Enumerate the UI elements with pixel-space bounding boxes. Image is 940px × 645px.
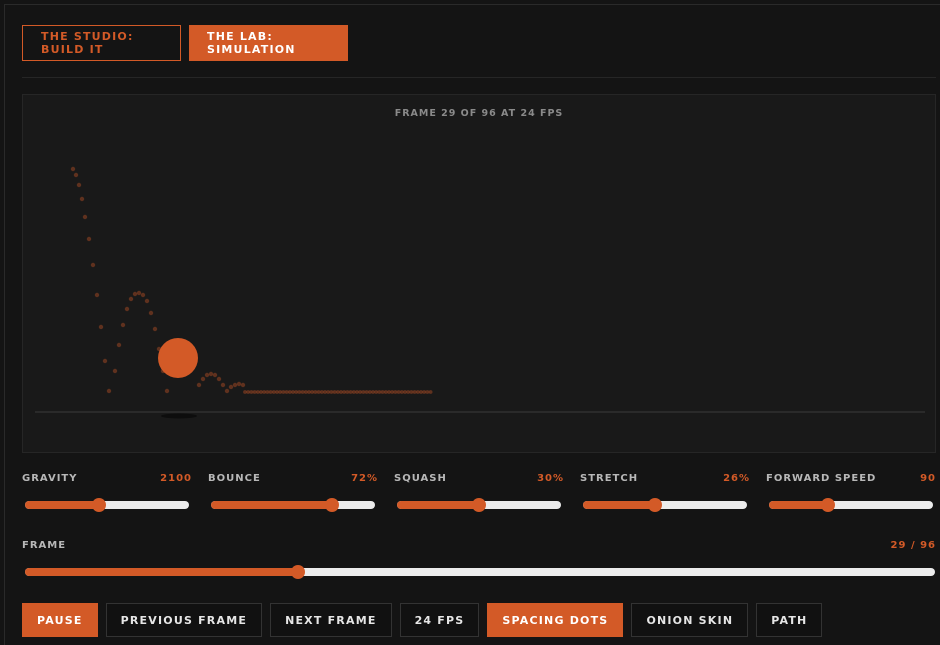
slider-thumb[interactable] bbox=[821, 498, 836, 512]
spacing-dot bbox=[204, 372, 210, 378]
slider-thumb[interactable] bbox=[472, 498, 486, 512]
slider-label: BOUNCE bbox=[208, 473, 261, 484]
divider bbox=[22, 77, 936, 78]
slider-track[interactable] bbox=[211, 498, 375, 512]
slider-thumb[interactable] bbox=[91, 498, 106, 512]
spacing-dot bbox=[90, 262, 96, 268]
playback-controls: PAUSE PREVIOUS FRAME NEXT FRAME 24 FPS S… bbox=[22, 603, 823, 637]
slider-label: FORWARD SPEED bbox=[766, 473, 877, 484]
spacing-dot bbox=[82, 214, 88, 220]
frame-label: FRAME bbox=[22, 540, 67, 551]
spacing-dot bbox=[98, 324, 104, 330]
frame-scrubber[interactable]: FRAME 29 / 96 bbox=[22, 540, 936, 580]
fps-button[interactable]: 24 FPS bbox=[399, 603, 480, 637]
spacing-dot bbox=[228, 384, 234, 390]
slider-thumb[interactable] bbox=[325, 498, 340, 512]
spacing-dot bbox=[140, 292, 146, 298]
simulation-canvas[interactable]: FRAME 29 OF 96 AT 24 FPS bbox=[22, 94, 936, 453]
slider-fill bbox=[769, 501, 829, 509]
spacing-dot bbox=[76, 182, 82, 188]
tab-lab[interactable]: THE LAB: SIMULATION bbox=[189, 25, 348, 61]
slider-track[interactable] bbox=[583, 498, 747, 512]
spacing-dot bbox=[208, 371, 214, 377]
spacing-dot bbox=[196, 382, 202, 388]
spacing-dot bbox=[224, 388, 230, 394]
slider-value: 30% bbox=[537, 473, 564, 484]
spacing-dot bbox=[216, 376, 222, 382]
spacing-dot bbox=[120, 322, 126, 328]
slider-fill bbox=[583, 501, 656, 509]
spacing-dot bbox=[128, 296, 134, 302]
slider-value: 72% bbox=[351, 473, 378, 484]
spacing-dot bbox=[124, 306, 130, 312]
spacing-dot bbox=[236, 381, 242, 387]
spacing-dot bbox=[232, 382, 238, 388]
spacing-dot bbox=[220, 382, 226, 388]
ball-shadow bbox=[161, 413, 197, 419]
slider-value: 26% bbox=[723, 473, 750, 484]
slider-track[interactable] bbox=[25, 498, 189, 512]
spacing-dot bbox=[152, 326, 158, 332]
path-toggle[interactable]: PATH bbox=[756, 603, 823, 637]
frame-track[interactable] bbox=[25, 565, 935, 579]
slider-label: STRETCH bbox=[580, 473, 639, 484]
slider-value: 90 bbox=[920, 473, 936, 484]
spacing-dot bbox=[73, 172, 79, 178]
spacing-dot bbox=[148, 310, 154, 316]
ball bbox=[158, 338, 198, 378]
spacing-dot bbox=[79, 196, 85, 202]
spacing-dot bbox=[428, 390, 433, 394]
tab-studio[interactable]: THE STUDIO: BUILD IT bbox=[22, 25, 181, 61]
onion-skin-toggle[interactable]: ONION SKIN bbox=[631, 603, 749, 637]
frame-thumb[interactable] bbox=[291, 565, 305, 579]
slider-fill bbox=[397, 501, 479, 509]
spacing-dot bbox=[144, 298, 150, 304]
slider-value: 2100 bbox=[160, 473, 192, 484]
mode-tabs: THE STUDIO: BUILD IT THE LAB: SIMULATION bbox=[22, 25, 348, 61]
slider-thumb[interactable] bbox=[648, 498, 663, 512]
spacing-dot bbox=[70, 166, 76, 172]
slider-track[interactable] bbox=[397, 498, 561, 512]
next-frame-button[interactable]: NEXT FRAME bbox=[270, 603, 392, 637]
slider-fill bbox=[211, 501, 333, 509]
simulation-drawing bbox=[35, 166, 925, 419]
spacing-dot bbox=[240, 382, 246, 388]
slider-track[interactable] bbox=[769, 498, 933, 512]
spacing-dot bbox=[136, 290, 142, 296]
spacing-dots-toggle[interactable]: SPACING DOTS bbox=[487, 603, 624, 637]
spacing-dot bbox=[112, 368, 118, 374]
spacing-dot bbox=[106, 388, 112, 394]
slider-label: GRAVITY bbox=[22, 473, 78, 484]
spacing-dot bbox=[212, 372, 218, 378]
spacing-dot bbox=[86, 236, 92, 242]
frame-value: 29 / 96 bbox=[890, 540, 936, 551]
spacing-dot bbox=[132, 291, 138, 297]
spacing-dot bbox=[94, 292, 100, 298]
previous-frame-button[interactable]: PREVIOUS FRAME bbox=[105, 603, 263, 637]
spacing-dot bbox=[116, 342, 122, 348]
spacing-dot bbox=[164, 388, 170, 394]
pause-button[interactable]: PAUSE bbox=[22, 603, 98, 637]
parameter-sliders: GRAVITY 2100 BOUNCE 72% SQUASH 30% STRET… bbox=[22, 473, 936, 519]
spacing-dot bbox=[102, 358, 108, 364]
slider-fill bbox=[25, 501, 99, 509]
slider-label: SQUASH bbox=[394, 473, 447, 484]
spacing-dot bbox=[200, 376, 206, 382]
frame-fill bbox=[25, 568, 298, 576]
